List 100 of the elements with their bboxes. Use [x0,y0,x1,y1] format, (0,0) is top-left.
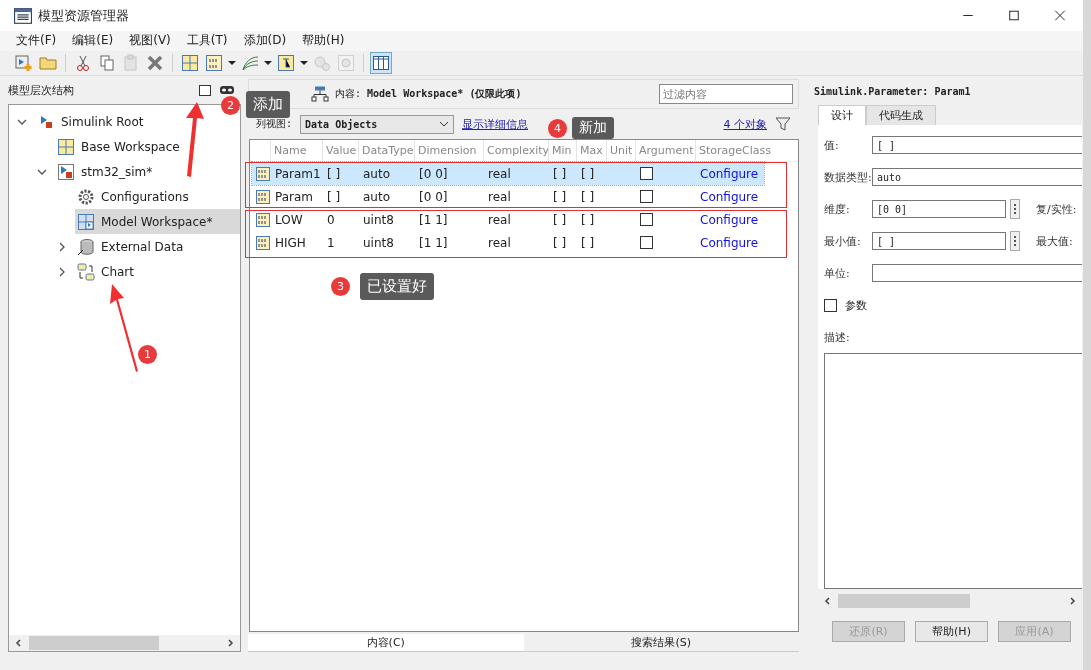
table-cell: [ ] [553,189,567,204]
more-icon[interactable] [1010,231,1020,251]
block-icon[interactable] [276,52,296,73]
checkbox[interactable] [640,190,653,203]
content-label: 内容: [335,87,362,101]
columns-icon[interactable] [371,52,391,73]
menu-item[interactable]: 工具(T) [186,32,228,50]
menu-item[interactable]: 编辑(E) [72,32,114,50]
menu-item[interactable]: 帮助(H) [302,32,345,50]
menu-item[interactable]: 视图(V) [129,32,171,50]
table-cell: [1 1] [419,212,448,227]
copy-icon[interactable] [97,52,117,73]
model-icon [57,162,75,181]
table-cell: uint8 [363,212,394,227]
checkbox[interactable] [640,213,653,226]
table-row[interactable]: Param1 [ ] auto [0 0] real [ ] [ ] Configure [252,162,764,185]
filter-icon[interactable] [775,116,791,132]
horizontal-scrollbar[interactable] [9,635,240,651]
unit-field[interactable] [872,264,1082,282]
table-cell: 1 [327,235,335,250]
configure-link[interactable]: Configure [700,166,759,181]
step-badge: 4 [548,119,567,138]
field-label: 最小值: [824,233,862,249]
table-cell: Param [275,189,314,204]
tab[interactable]: 搜索结果(S) [523,634,799,652]
data-type-field[interactable]: auto [872,168,1082,186]
panel-title: 模型层次结构 [8,82,75,98]
column-view-dropdown[interactable]: Data Objects [300,114,455,134]
description-field[interactable] [824,353,1082,589]
configure-link[interactable]: Configure [700,189,759,204]
checkbox-label: 参数 [845,297,867,313]
filter-field[interactable]: 过滤内容 [659,84,793,104]
tab[interactable]: 内容(C) [248,634,524,652]
grid-icon[interactable] [180,52,200,73]
caret-icon[interactable] [439,121,450,127]
table-cell: HIGH [275,235,306,250]
dialog-button[interactable]: 帮助(H) [915,621,988,642]
callout-label: 添加 [246,91,290,118]
table-cell: real [488,212,511,227]
new-model-icon[interactable] [14,52,34,73]
tree-item[interactable]: External Data [75,234,240,259]
field-label: 描述: [824,329,851,345]
table-cell: [1 1] [419,235,448,250]
workspace-icon [77,212,95,231]
table-cell: [0 0] [419,189,448,204]
checkbox[interactable] [640,167,653,180]
checkbox[interactable] [640,236,653,249]
checkbox[interactable] [824,298,837,312]
more-icon[interactable] [1010,199,1020,219]
configure-link[interactable]: Configure [700,235,759,250]
table-row[interactable]: LOW 0 uint8 [1 1] real [ ] [ ] Configure [252,208,764,231]
properties-title: Simulink.Parameter: Param1 [813,84,972,99]
minimum-field[interactable]: [ ] [872,232,1006,250]
table-cell: [ ] [553,235,567,250]
field-label: 单位: [824,265,851,281]
table-row[interactable]: Param [ ] auto [0 0] real [ ] [ ] Configure [252,185,764,208]
content-path: Model Workspace* (仅限此项) [367,87,522,101]
table-cell: LOW [275,212,303,227]
tree-item[interactable]: Base Workspace [55,134,240,159]
field-label: 维度: [824,201,851,217]
table-cell: [ ] [581,189,595,204]
tab[interactable]: 设计 [818,105,866,125]
parameter-icon [255,211,271,228]
dropdown-arrow-icon[interactable] [228,58,236,67]
object-count-link[interactable]: 4 个对象 [723,116,767,132]
show-details-link[interactable]: 显示详细信息 [462,116,529,132]
dropdown-arrow-icon[interactable] [300,58,308,67]
callout-label: 已设置好 [360,273,434,300]
database-icon [77,237,95,256]
column-view-label: 列视图: [256,117,293,131]
table-row[interactable]: HIGH 1 uint8 [1 1] real [ ] [ ] Configure [252,231,764,254]
table-cell: real [488,235,511,250]
binary-data-icon[interactable] [204,52,224,73]
hierarchy-icon [311,85,329,103]
tab[interactable]: 代码生成 [866,105,936,125]
table-cell: [ ] [581,235,595,250]
table-cell: [ ] [553,212,567,227]
menu-item[interactable]: 文件(F) [16,32,57,50]
tree-item[interactable]: Model Workspace* [75,209,240,234]
tree-item[interactable]: Configurations [75,184,240,209]
configure-link[interactable]: Configure [700,212,759,227]
table-cell: [ ] [581,212,595,227]
chart-icon [77,262,95,281]
table-cell: real [488,166,511,181]
dropdown-arrow-icon[interactable] [264,58,272,67]
table-cell: 0 [327,212,335,227]
parameter-icon [255,188,271,205]
table-cell: Param1 [275,166,321,181]
value-field[interactable]: [ ] [872,136,1082,154]
window-icon[interactable] [197,82,213,98]
tree-item[interactable]: stm32_sim* [55,159,240,184]
app-icon [14,7,32,24]
parameter-icon [255,165,271,182]
tree-item[interactable]: Chart [75,259,240,284]
menu-item[interactable]: 添加(D) [243,32,287,50]
table-cell: [0 0] [419,166,448,181]
dimensions-field[interactable]: [0 0] [872,200,1006,218]
expand-toggle-icon[interactable] [57,241,67,252]
expand-toggle-icon[interactable] [57,266,67,277]
field-label: 最大值: [1036,233,1073,249]
